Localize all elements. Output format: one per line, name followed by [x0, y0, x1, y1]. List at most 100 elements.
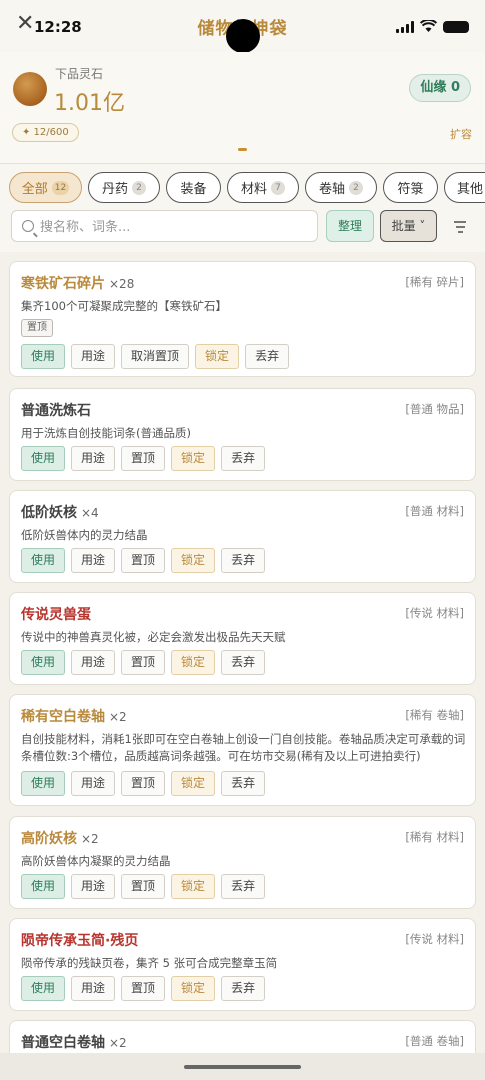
- discard-button[interactable]: 丢弃: [221, 446, 266, 471]
- item-desc: 陨帝传承的残缺页卷，集齐 5 张可合成完整章玉简: [21, 956, 278, 970]
- search-row: 整理 批量 ˅: [0, 210, 485, 252]
- item-qty: ×2: [109, 1036, 127, 1050]
- item-name: 陨帝传承玉简·残页: [21, 933, 139, 949]
- item-tag: [普通 卷轴]: [405, 1034, 464, 1048]
- expand-button[interactable]: 扩容: [450, 126, 472, 142]
- spirit-stone-icon: [13, 72, 47, 106]
- discard-button[interactable]: 丢弃: [221, 874, 266, 899]
- discard-button[interactable]: 丢弃: [245, 344, 290, 369]
- unpin-button[interactable]: 取消置顶: [121, 344, 190, 369]
- filter-icon[interactable]: [445, 211, 475, 241]
- purpose-button[interactable]: 用途: [71, 874, 116, 899]
- lock-button[interactable]: 锁定: [171, 548, 216, 573]
- wifi-icon: [420, 20, 437, 32]
- home-indicator[interactable]: [184, 1065, 301, 1069]
- list-item: 普通洗炼石 [普通 物品] 用于洗炼自创技能词条(普通品质) 使用 用途 置顶 …: [9, 388, 476, 481]
- bottom-bar: [0, 1053, 485, 1080]
- item-desc: 高阶妖兽体内凝聚的灵力结晶: [21, 854, 171, 868]
- tab-materials[interactable]: 材料 7: [227, 172, 299, 203]
- pin-button[interactable]: 置顶: [121, 650, 166, 675]
- drag-indicator: [238, 148, 247, 151]
- item-tag: [稀有 卷轴]: [405, 708, 464, 722]
- use-button[interactable]: 使用: [21, 976, 66, 1001]
- item-name: 高阶妖核 ×2: [21, 831, 99, 847]
- item-desc: 低阶妖兽体内的灵力结晶: [21, 528, 148, 542]
- lock-button[interactable]: 锁定: [171, 650, 216, 675]
- purpose-button[interactable]: 用途: [71, 976, 116, 1001]
- use-button[interactable]: 使用: [21, 344, 66, 369]
- item-desc: 用于洗炼自创技能词条(普通品质): [21, 426, 191, 440]
- use-button[interactable]: 使用: [21, 446, 66, 471]
- discard-button[interactable]: 丢弃: [221, 650, 266, 675]
- list-item: 稀有空白卷轴 ×2 [稀有 卷轴] 自创技能材料，消耗1张即可在空白卷轴上创设一门…: [9, 694, 476, 806]
- item-list: 寒铁矿石碎片 ×28 [稀有 碎片] 集齐100个可凝聚成完整的【寒铁矿石】 置顶…: [0, 252, 485, 1080]
- list-item: 陨帝传承玉简·残页 [传说 材料] 陨帝传承的残缺页卷，集齐 5 张可合成完整章…: [9, 918, 476, 1011]
- item-name: 普通洗炼石: [21, 403, 91, 419]
- lock-button[interactable]: 锁定: [171, 771, 216, 796]
- purpose-button[interactable]: 用途: [71, 344, 116, 369]
- use-button[interactable]: 使用: [21, 650, 66, 675]
- xianyuan-badge[interactable]: 仙缘 0: [409, 74, 471, 102]
- item-tag: [普通 物品]: [405, 402, 464, 416]
- tab-scrolls[interactable]: 卷轴 2: [305, 172, 377, 203]
- list-item: 高阶妖核 ×2 [稀有 材料] 高阶妖兽体内凝聚的灵力结晶 使用 用途 置顶 锁定…: [9, 816, 476, 909]
- item-desc: 传说中的神兽真灵化被，必定会激发出极品先天天赋: [21, 630, 286, 644]
- item-tag: [稀有 碎片]: [405, 275, 464, 289]
- item-qty: ×2: [109, 710, 127, 724]
- pin-button[interactable]: 置顶: [121, 548, 166, 573]
- pin-button[interactable]: 置顶: [121, 771, 166, 796]
- tab-all[interactable]: 全部 12: [9, 172, 82, 203]
- item-tag: [普通 材料]: [405, 504, 464, 518]
- signal-icon: [396, 20, 414, 33]
- tab-equipment[interactable]: 装备: [166, 172, 221, 203]
- item-actions: 使用 用途 置顶 锁定 丢弃: [21, 976, 266, 1001]
- purpose-button[interactable]: 用途: [71, 771, 116, 796]
- discard-button[interactable]: 丢弃: [221, 548, 266, 573]
- tab-pills[interactable]: 丹药 2: [88, 172, 160, 203]
- use-button[interactable]: 使用: [21, 771, 66, 796]
- item-tag: [传说 材料]: [405, 932, 464, 946]
- top-bar: ✕ 12:28 储物乾坤袋: [0, 0, 485, 53]
- pin-button[interactable]: 置顶: [121, 446, 166, 471]
- list-item: 低阶妖核 ×4 [普通 材料] 低阶妖兽体内的灵力结晶 使用 用途 置顶 锁定 丢…: [9, 490, 476, 583]
- batch-button[interactable]: 批量 ˅: [380, 210, 437, 242]
- search-icon: [22, 220, 34, 232]
- discard-button[interactable]: 丢弃: [221, 976, 266, 1001]
- wallet-header: 下品灵石 1.01亿 仙缘 0 ✦ 12/600 扩容: [0, 52, 485, 164]
- list-item: 寒铁矿石碎片 ×28 [稀有 碎片] 集齐100个可凝聚成完整的【寒铁矿石】 置顶…: [9, 261, 476, 377]
- item-name: 普通空白卷轴 ×2: [21, 1035, 127, 1051]
- item-actions: 使用 用途 置顶 锁定 丢弃: [21, 650, 266, 675]
- tab-talismans[interactable]: 符箓: [383, 172, 438, 203]
- item-name: 寒铁矿石碎片 ×28: [21, 276, 135, 292]
- camera-cutout: [226, 19, 260, 53]
- purpose-button[interactable]: 用途: [71, 446, 116, 471]
- tab-count: 12: [51, 180, 70, 195]
- purpose-button[interactable]: 用途: [71, 650, 116, 675]
- item-name: 低阶妖核 ×4: [21, 505, 99, 521]
- tab-other[interactable]: 其他: [444, 172, 485, 203]
- search-input[interactable]: [40, 216, 310, 238]
- stone-label: 下品灵石: [55, 67, 104, 81]
- item-actions: 使用 用途 置顶 锁定 丢弃: [21, 548, 266, 573]
- item-qty: ×2: [81, 832, 99, 846]
- purpose-button[interactable]: 用途: [71, 548, 116, 573]
- lock-button[interactable]: 锁定: [195, 344, 240, 369]
- use-button[interactable]: 使用: [21, 874, 66, 899]
- tab-count: 7: [271, 180, 285, 195]
- status-icons: [396, 20, 469, 33]
- lock-button[interactable]: 锁定: [171, 976, 216, 1001]
- lock-button[interactable]: 锁定: [171, 874, 216, 899]
- category-tabs: 全部 12 丹药 2 装备 材料 7 卷轴 2 符箓 其他: [0, 164, 485, 210]
- item-name: 传说灵兽蛋: [21, 607, 91, 623]
- sort-button[interactable]: 整理: [326, 210, 374, 242]
- list-item: 传说灵兽蛋 [传说 材料] 传说中的神兽真灵化被，必定会激发出极品先天天赋 使用…: [9, 592, 476, 685]
- use-button[interactable]: 使用: [21, 548, 66, 573]
- item-tag: [传说 材料]: [405, 606, 464, 620]
- pin-button[interactable]: 置顶: [121, 976, 166, 1001]
- tab-count: 2: [349, 180, 363, 195]
- item-actions: 使用 用途 置顶 锁定 丢弃: [21, 874, 266, 899]
- discard-button[interactable]: 丢弃: [221, 771, 266, 796]
- item-desc: 自创技能材料，消耗1张即可在空白卷轴上创设一门自创技能。卷轴品质决定可承载的词条…: [21, 732, 466, 763]
- pin-button[interactable]: 置顶: [121, 874, 166, 899]
- lock-button[interactable]: 锁定: [171, 446, 216, 471]
